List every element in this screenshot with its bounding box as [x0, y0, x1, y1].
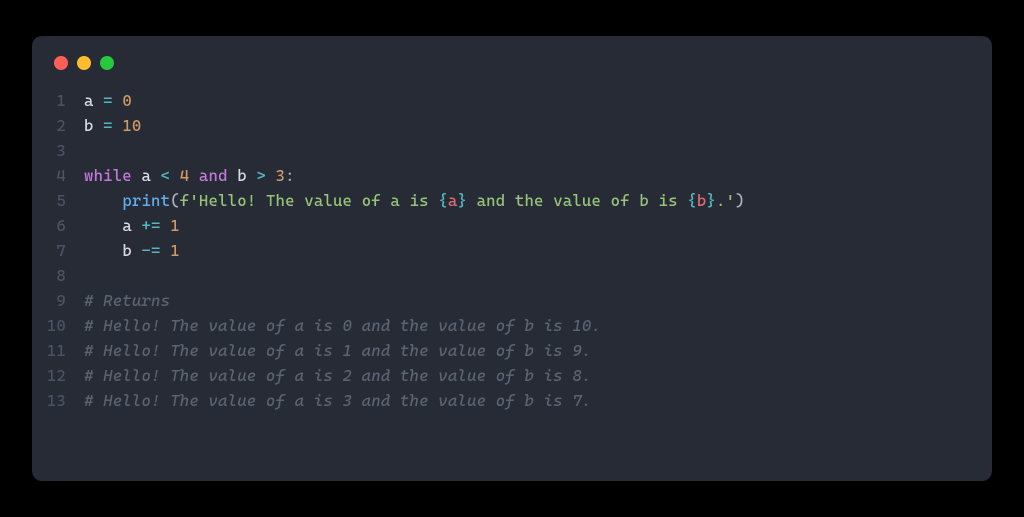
line-number: 8 — [32, 263, 84, 288]
code-line: 1a = 0 — [32, 88, 992, 113]
code-line: 4while a < 4 and b > 3: — [32, 163, 992, 188]
code-line: 7 b -= 1 — [32, 238, 992, 263]
code-line: 11# Hello! The value of a is 1 and the v… — [32, 338, 992, 363]
line-number: 2 — [32, 113, 84, 138]
code-window: 1a = 02b = 103 4while a < 4 and b > 3:5 … — [32, 36, 992, 481]
line-number: 4 — [32, 163, 84, 188]
line-content: # Hello! The value of a is 2 and the val… — [84, 363, 591, 388]
line-number: 5 — [32, 188, 84, 213]
code-editor: 1a = 02b = 103 4while a < 4 and b > 3:5 … — [32, 88, 992, 413]
line-content — [84, 138, 94, 163]
line-content: # Hello! The value of a is 0 and the val… — [84, 313, 601, 338]
line-content — [84, 263, 94, 288]
line-number: 6 — [32, 213, 84, 238]
line-number: 1 — [32, 88, 84, 113]
line-content: while a < 4 and b > 3: — [84, 163, 295, 188]
line-number: 7 — [32, 238, 84, 263]
code-line: 9# Returns — [32, 288, 992, 313]
line-content: b = 10 — [84, 113, 141, 138]
line-content: print(f'Hello! The value of a is {a} and… — [84, 188, 745, 213]
code-line: 13# Hello! The value of a is 3 and the v… — [32, 388, 992, 413]
line-content: # Hello! The value of a is 3 and the val… — [84, 388, 591, 413]
maximize-icon[interactable] — [100, 56, 114, 70]
line-number: 11 — [32, 338, 84, 363]
code-line: 5 print(f'Hello! The value of a is {a} a… — [32, 188, 992, 213]
minimize-icon[interactable] — [77, 56, 91, 70]
window-titlebar — [32, 56, 992, 88]
code-line: 3 — [32, 138, 992, 163]
line-content: a = 0 — [84, 88, 132, 113]
code-line: 10# Hello! The value of a is 0 and the v… — [32, 313, 992, 338]
close-icon[interactable] — [54, 56, 68, 70]
code-line: 8 — [32, 263, 992, 288]
line-content: b -= 1 — [84, 238, 180, 263]
line-number: 12 — [32, 363, 84, 388]
code-line: 6 a += 1 — [32, 213, 992, 238]
line-number: 10 — [32, 313, 84, 338]
line-number: 3 — [32, 138, 84, 163]
code-line: 12# Hello! The value of a is 2 and the v… — [32, 363, 992, 388]
line-content: a += 1 — [84, 213, 180, 238]
line-content: # Returns — [84, 288, 170, 313]
line-number: 9 — [32, 288, 84, 313]
code-line: 2b = 10 — [32, 113, 992, 138]
line-number: 13 — [32, 388, 84, 413]
line-content: # Hello! The value of a is 1 and the val… — [84, 338, 591, 363]
